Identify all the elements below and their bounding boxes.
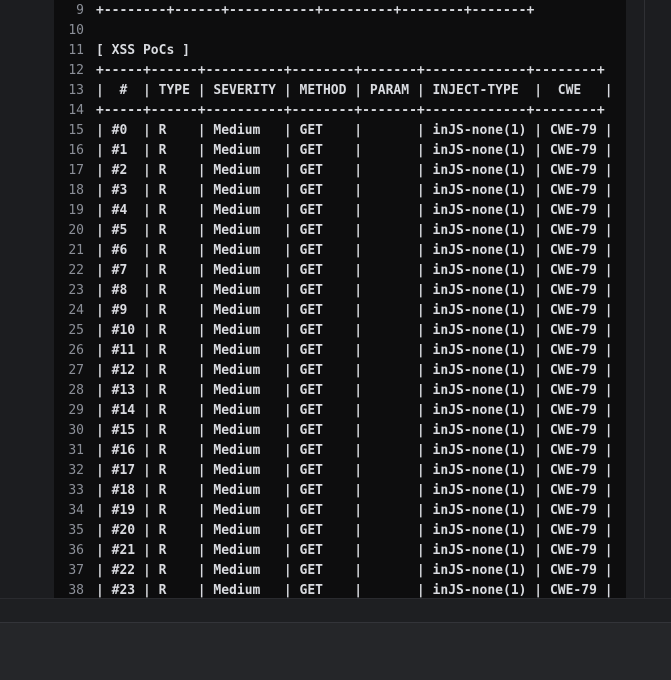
code-line: 21 | #6 | R | Medium | GET | | inJS-none(… bbox=[54, 241, 613, 261]
line-number: 33 bbox=[68, 483, 84, 498]
line-number: 11 bbox=[68, 43, 84, 58]
line-number: 34 bbox=[68, 503, 84, 518]
line-text: | #8 | R | Medium | GET | | inJS-none(1)… bbox=[96, 283, 613, 298]
line-text: +-----+------+----------+--------+------… bbox=[96, 103, 605, 118]
code-line: 9 +--------+------+-----------+---------+… bbox=[54, 1, 534, 21]
line-number: 28 bbox=[68, 383, 84, 398]
line-number: 16 bbox=[68, 143, 84, 158]
line-number: 21 bbox=[68, 243, 84, 258]
line-text: | #3 | R | Medium | GET | | inJS-none(1)… bbox=[96, 183, 613, 198]
line-text: | #0 | R | Medium | GET | | inJS-none(1)… bbox=[96, 123, 613, 138]
line-number: 27 bbox=[68, 363, 84, 378]
line-text: | #16 | R | Medium | GET | | inJS-none(1… bbox=[96, 443, 613, 458]
editor-pane[interactable]: 9 +--------+------+-----------+---------+… bbox=[54, 0, 626, 598]
line-number: 37 bbox=[68, 563, 84, 578]
line-text: +--------+------+-----------+---------+-… bbox=[96, 3, 535, 18]
line-text: | #13 | R | Medium | GET | | inJS-none(1… bbox=[96, 383, 613, 398]
code-line: 12 +-----+------+----------+--------+----… bbox=[54, 61, 605, 81]
bottom-panel bbox=[0, 622, 671, 680]
line-text: | #14 | R | Medium | GET | | inJS-none(1… bbox=[96, 403, 613, 418]
code-line: 16 | #1 | R | Medium | GET | | inJS-none(… bbox=[54, 141, 613, 161]
line-number: 31 bbox=[68, 443, 84, 458]
line-number: 35 bbox=[68, 523, 84, 538]
line-number: 24 bbox=[68, 303, 84, 318]
line-number: 15 bbox=[68, 123, 84, 138]
line-text: | #10 | R | Medium | GET | | inJS-none(1… bbox=[96, 323, 613, 338]
code-line: 35 | #20 | R | Medium | GET | | inJS-none… bbox=[54, 521, 613, 541]
code-line: 20 | #5 | R | Medium | GET | | inJS-none(… bbox=[54, 221, 613, 241]
code-line: 14 +-----+------+----------+--------+----… bbox=[54, 101, 605, 121]
line-text: | #20 | R | Medium | GET | | inJS-none(1… bbox=[96, 523, 613, 538]
horizontal-scrollbar[interactable] bbox=[0, 598, 671, 623]
line-text: | #18 | R | Medium | GET | | inJS-none(1… bbox=[96, 483, 613, 498]
code-line: 17 | #2 | R | Medium | GET | | inJS-none(… bbox=[54, 161, 613, 181]
code-line: 34 | #19 | R | Medium | GET | | inJS-none… bbox=[54, 501, 613, 521]
line-number: 13 bbox=[68, 83, 84, 98]
line-text: | #19 | R | Medium | GET | | inJS-none(1… bbox=[96, 503, 613, 518]
line-number: 38 bbox=[68, 583, 84, 598]
line-text: | #21 | R | Medium | GET | | inJS-none(1… bbox=[96, 543, 613, 558]
code-line: 19 | #4 | R | Medium | GET | | inJS-none(… bbox=[54, 201, 613, 221]
left-sidebar-strip bbox=[0, 0, 54, 598]
line-text: | #7 | R | Medium | GET | | inJS-none(1)… bbox=[96, 263, 613, 278]
line-text: | #22 | R | Medium | GET | | inJS-none(1… bbox=[96, 563, 613, 578]
code-line: 33 | #18 | R | Medium | GET | | inJS-none… bbox=[54, 481, 613, 501]
code-line: 26 | #11 | R | Medium | GET | | inJS-none… bbox=[54, 341, 613, 361]
code-line: 15 | #0 | R | Medium | GET | | inJS-none(… bbox=[54, 121, 613, 141]
code-line: 28 | #13 | R | Medium | GET | | inJS-none… bbox=[54, 381, 613, 401]
code-line: 13 | # | TYPE | SEVERITY | METHOD | PARAM… bbox=[54, 81, 613, 101]
code-line: 29 | #14 | R | Medium | GET | | inJS-none… bbox=[54, 401, 613, 421]
line-number: 18 bbox=[68, 183, 84, 198]
code-line: 30 | #15 | R | Medium | GET | | inJS-none… bbox=[54, 421, 613, 441]
code-line: 37 | #22 | R | Medium | GET | | inJS-none… bbox=[54, 561, 613, 581]
line-text: | #9 | R | Medium | GET | | inJS-none(1)… bbox=[96, 303, 613, 318]
line-number: 25 bbox=[68, 323, 84, 338]
code-line: 31 | #16 | R | Medium | GET | | inJS-none… bbox=[54, 441, 613, 461]
line-text: | #4 | R | Medium | GET | | inJS-none(1)… bbox=[96, 203, 613, 218]
pane-divider[interactable] bbox=[644, 0, 645, 598]
right-sidebar-strip bbox=[626, 0, 671, 598]
line-text: | #2 | R | Medium | GET | | inJS-none(1)… bbox=[96, 163, 613, 178]
code-line: 32 | #17 | R | Medium | GET | | inJS-none… bbox=[54, 461, 613, 481]
line-number: 36 bbox=[68, 543, 84, 558]
line-number: 9 bbox=[76, 3, 84, 18]
code-line: 25 | #10 | R | Medium | GET | | inJS-none… bbox=[54, 321, 613, 341]
line-number: 17 bbox=[68, 163, 84, 178]
line-text: | #15 | R | Medium | GET | | inJS-none(1… bbox=[96, 423, 613, 438]
line-text: | #5 | R | Medium | GET | | inJS-none(1)… bbox=[96, 223, 613, 238]
line-number: 10 bbox=[68, 23, 84, 38]
line-text: | # | TYPE | SEVERITY | METHOD | PARAM |… bbox=[96, 83, 613, 98]
line-text: | #12 | R | Medium | GET | | inJS-none(1… bbox=[96, 363, 613, 378]
code-line: 18 | #3 | R | Medium | GET | | inJS-none(… bbox=[54, 181, 613, 201]
line-number: 19 bbox=[68, 203, 84, 218]
line-number: 32 bbox=[68, 463, 84, 478]
line-number: 12 bbox=[68, 63, 84, 78]
line-number: 14 bbox=[68, 103, 84, 118]
line-number: 23 bbox=[68, 283, 84, 298]
line-number: 22 bbox=[68, 263, 84, 278]
line-text: | #23 | R | Medium | GET | | inJS-none(1… bbox=[96, 583, 613, 598]
line-text: | #1 | R | Medium | GET | | inJS-none(1)… bbox=[96, 143, 613, 158]
line-text: [ XSS PoCs ] bbox=[96, 43, 190, 58]
line-number: 30 bbox=[68, 423, 84, 438]
line-number: 29 bbox=[68, 403, 84, 418]
code-line: 22 | #7 | R | Medium | GET | | inJS-none(… bbox=[54, 261, 613, 281]
line-text: | #6 | R | Medium | GET | | inJS-none(1)… bbox=[96, 243, 613, 258]
line-text: +-----+------+----------+--------+------… bbox=[96, 63, 605, 78]
code-line: 27 | #12 | R | Medium | GET | | inJS-none… bbox=[54, 361, 613, 381]
app-window: 9 +--------+------+-----------+---------+… bbox=[0, 0, 671, 680]
line-text: | #11 | R | Medium | GET | | inJS-none(1… bbox=[96, 343, 613, 358]
line-text: | #17 | R | Medium | GET | | inJS-none(1… bbox=[96, 463, 613, 478]
code-line: 38 | #23 | R | Medium | GET | | inJS-none… bbox=[54, 581, 613, 598]
code-line: 10 bbox=[54, 21, 96, 41]
line-number: 26 bbox=[68, 343, 84, 358]
code-line: 36 | #21 | R | Medium | GET | | inJS-none… bbox=[54, 541, 613, 561]
line-number: 20 bbox=[68, 223, 84, 238]
code-line: 23 | #8 | R | Medium | GET | | inJS-none(… bbox=[54, 281, 613, 301]
code-line: 11 [ XSS PoCs ] bbox=[54, 41, 190, 61]
code-line: 24 | #9 | R | Medium | GET | | inJS-none(… bbox=[54, 301, 613, 321]
